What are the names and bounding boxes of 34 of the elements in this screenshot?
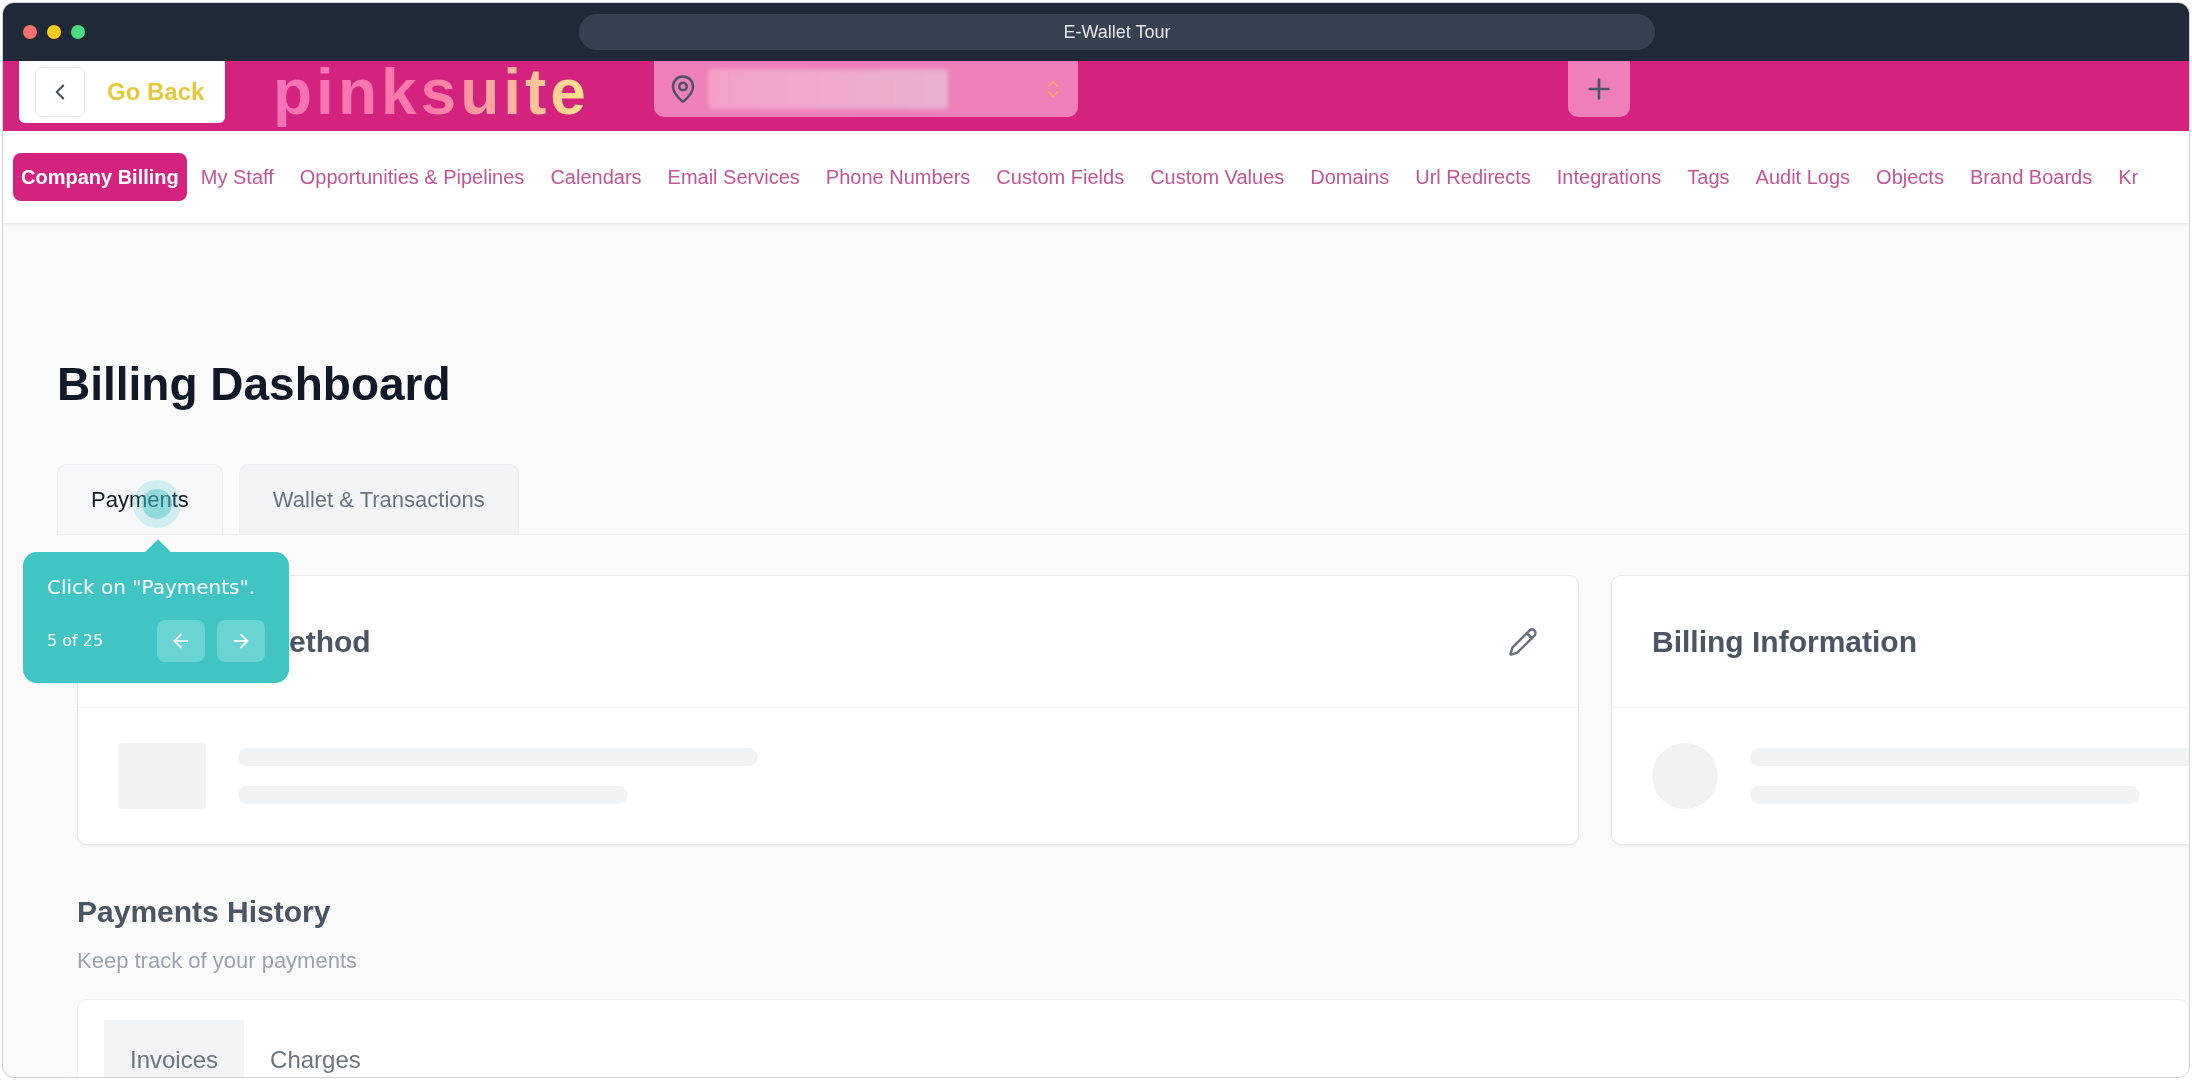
- page-tab[interactable]: Payments: [57, 464, 223, 534]
- window-title: E-Wallet Tour: [579, 14, 1655, 50]
- nav-tab[interactable]: Audit Logs: [1743, 153, 1863, 201]
- section-subtitle: Keep track of your payments: [77, 947, 359, 975]
- pencil-icon[interactable]: [1508, 626, 1538, 657]
- next-button[interactable]: [217, 620, 265, 662]
- minimize-icon[interactable]: [47, 25, 61, 39]
- maximize-icon[interactable]: [71, 25, 85, 39]
- nav-tab[interactable]: Custom Values: [1138, 153, 1297, 201]
- previous-button[interactable]: [157, 620, 205, 662]
- nav-tab[interactable]: My Staff: [188, 153, 286, 201]
- nav-tab[interactable]: Tags: [1675, 153, 1742, 201]
- nav-tab[interactable]: Company Billing: [13, 153, 187, 201]
- nav-tab[interactable]: Url Redirects: [1403, 153, 1543, 201]
- page-tab[interactable]: Wallet & Transactions: [238, 464, 519, 534]
- step-counter: 5 of 25: [47, 630, 104, 652]
- card-title: ethod: [289, 624, 371, 660]
- nav-tab[interactable]: Email Services: [655, 153, 812, 201]
- nav-tab[interactable]: Brand Boards: [1957, 153, 2105, 201]
- nav-tab[interactable]: Objects: [1864, 153, 1956, 201]
- card-title: Billing Information: [1652, 624, 1917, 660]
- nav-tab[interactable]: Custom Fields: [984, 153, 1137, 201]
- history-tab[interactable]: Invoices: [104, 1020, 245, 1077]
- nav-tab[interactable]: Domains: [1298, 153, 1402, 201]
- close-icon[interactable]: [23, 25, 37, 39]
- nav-tab[interactable]: Kr: [2106, 153, 2151, 201]
- add-button[interactable]: [1567, 61, 1630, 117]
- tooltip-text: Click on "Payments".: [47, 574, 257, 601]
- nav-tab[interactable]: Phone Numbers: [813, 153, 983, 201]
- nav-tab[interactable]: Calendars: [538, 153, 654, 201]
- nav-tab[interactable]: Integrations: [1544, 153, 1674, 201]
- section-title: Payments History: [77, 894, 332, 930]
- page-title: Billing Dashboard: [57, 357, 452, 412]
- nav-tab[interactable]: Opportunities & Pipelines: [287, 153, 537, 201]
